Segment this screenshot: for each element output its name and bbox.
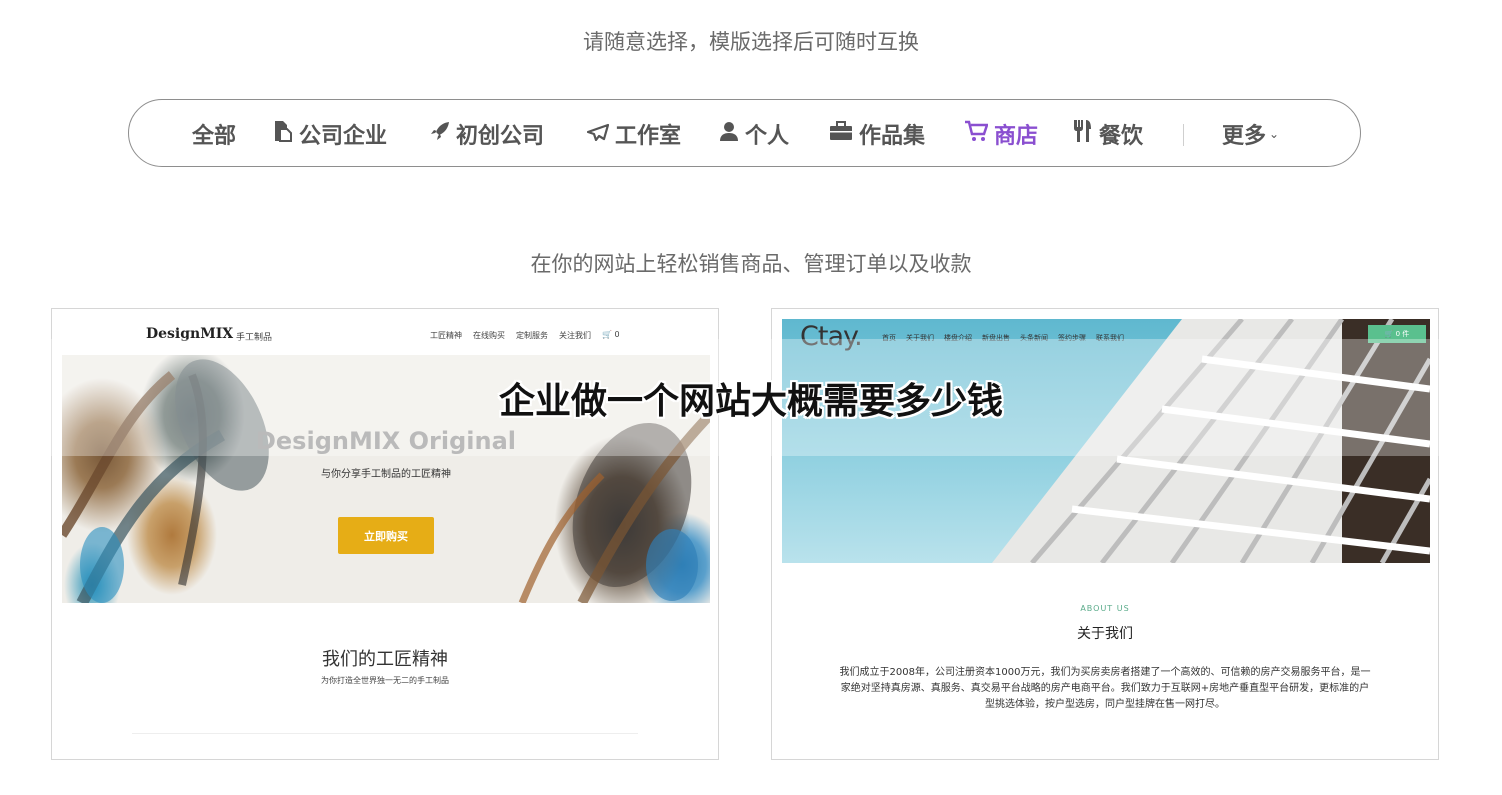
card2-about-label: ABOUT US — [1080, 604, 1130, 613]
category-filter-bar: 全部 公司企业 初创公司 工作室 个人 作品集 商店 餐饮 更多 ⌄ — [128, 99, 1361, 167]
filter-personal[interactable]: 个人 — [719, 100, 789, 168]
filter-personal-label: 个人 — [745, 124, 790, 149]
filter-more[interactable]: 更多 ⌄ — [1222, 100, 1279, 168]
card1-section-title: 我们的工匠精神 — [322, 649, 448, 670]
filter-startup-label: 初创公司 — [456, 124, 545, 149]
category-description: 在你的网站上轻松销售商品、管理订单以及收款 — [530, 252, 972, 276]
card1-section-subtitle: 为你打造全世界独一无二的手工制品 — [321, 676, 449, 685]
document-icon — [273, 120, 293, 148]
paper-plane-icon — [586, 122, 610, 147]
filter-dining[interactable]: 餐饮 — [1073, 100, 1143, 168]
filter-divider — [1183, 124, 1184, 146]
template-subtitle: 请随意选择，模版选择后可随时互换 — [583, 30, 919, 54]
filter-studio-label: 工作室 — [615, 124, 682, 149]
filter-shop[interactable]: 商店 — [964, 100, 1038, 168]
filter-dining-label: 餐饮 — [1099, 124, 1144, 149]
filter-all[interactable]: 全部 — [192, 100, 236, 168]
filter-startup[interactable]: 初创公司 — [430, 100, 544, 168]
card2-about-text: 我们成立于2008年，公司注册资本1000万元，我们为买房卖房者搭建了一个高效的… — [839, 667, 1371, 710]
briefcase-icon — [829, 121, 853, 147]
user-icon — [719, 121, 739, 147]
article-title-overlay: 企业做一个网站大概需要多少钱 — [498, 381, 1003, 422]
filter-more-label: 更多 — [1222, 124, 1267, 149]
card1-divider — [132, 733, 638, 734]
filter-company-label: 公司企业 — [299, 124, 388, 149]
filter-portfolio-label: 作品集 — [859, 124, 926, 149]
card2-about-title: 关于我们 — [1077, 626, 1133, 642]
cart-icon — [964, 120, 989, 148]
filter-portfolio[interactable]: 作品集 — [829, 100, 925, 168]
card1-hero-subtitle: 与你分享手工制品的工匠精神 — [321, 469, 451, 480]
utensils-icon — [1073, 119, 1093, 149]
filter-company[interactable]: 公司企业 — [273, 100, 387, 168]
filter-shop-label: 商店 — [994, 124, 1039, 149]
buy-now-button[interactable]: 立即购买 — [338, 517, 434, 554]
rocket-icon — [430, 121, 450, 147]
filter-studio[interactable]: 工作室 — [586, 100, 682, 168]
filter-all-label: 全部 — [192, 124, 237, 149]
chevron-down-icon: ⌄ — [1269, 127, 1280, 141]
